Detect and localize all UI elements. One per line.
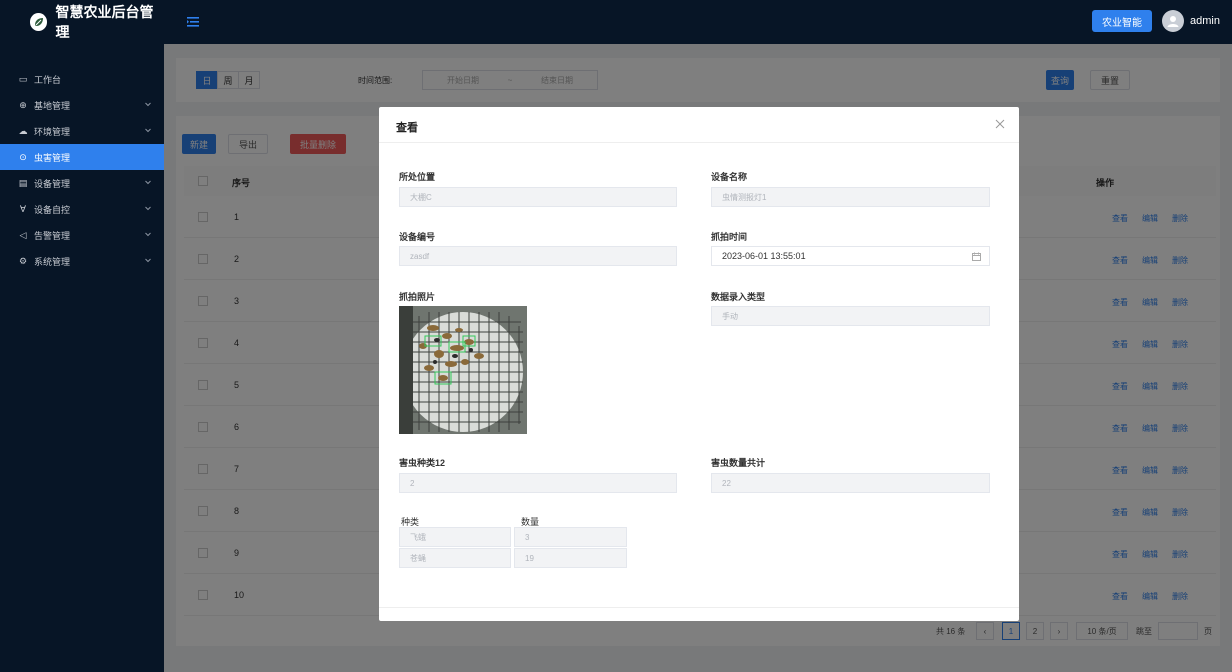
- species-label: 害虫种类12: [399, 458, 446, 468]
- sidebar: ▭ 工作台 ⊕ 基地管理 ☁ 环境管理 ⊙ 虫害管理 ▤ 设备管理 ∀ 设备自控…: [0, 44, 164, 672]
- capture-time-value: 2023-06-01 13:55:01: [722, 251, 806, 261]
- sidebar-item-system[interactable]: ⚙ 系统管理: [0, 248, 164, 274]
- agri-smart-button[interactable]: 农业智能: [1092, 10, 1153, 32]
- top-header: 智慧农业后台管理 农业智能 admin: [0, 0, 1232, 44]
- dialog-title: 查看: [396, 122, 418, 134]
- sidebar-item-label: 设备自控: [34, 204, 71, 215]
- entry-type-field: 手动: [711, 306, 990, 326]
- device-code-label: 设备编号: [399, 232, 436, 242]
- count-label: 害虫数量共计: [711, 458, 766, 468]
- close-icon[interactable]: [995, 119, 1005, 129]
- sidebar-item-label: 环境管理: [34, 126, 71, 137]
- subtable-kind-cell: 飞蛾: [399, 527, 511, 547]
- sidebar-item-label: 系统管理: [34, 256, 71, 267]
- avatar[interactable]: [1162, 10, 1185, 32]
- sidebar-item-label: 设备管理: [34, 178, 71, 189]
- dialog-divider: [379, 142, 1019, 143]
- sidebar-item-workbench[interactable]: ▭ 工作台: [0, 66, 164, 92]
- device-icon: ▤: [18, 177, 28, 188]
- device-name-field: 虫情测报灯1: [711, 187, 990, 207]
- capture-time-field[interactable]: 2023-06-01 13:55:01: [711, 246, 990, 266]
- location-field: 大棚C: [399, 187, 677, 207]
- cloud-icon: ☁: [18, 125, 28, 136]
- view-dialog: 查看 所处位置 大棚C 设备名称 虫情测报灯1 设备编号 zasdf 抓拍时间 …: [379, 107, 1019, 621]
- device-name-label: 设备名称: [711, 172, 748, 182]
- calendar-icon: [972, 252, 981, 261]
- sidebar-item-label: 工作台: [34, 74, 62, 85]
- monitor-icon: ▭: [18, 73, 28, 84]
- insect-trap-image: [399, 306, 527, 434]
- app-title: 智慧农业后台管理: [55, 4, 154, 40]
- capture-time-label: 抓拍时间: [711, 232, 748, 242]
- subtable-qty-cell: 19: [514, 548, 627, 568]
- bug-icon: ⊙: [19, 151, 27, 162]
- sidebar-item-device[interactable]: ▤ 设备管理: [0, 170, 164, 196]
- subtable-kind-cell: 苍蝇: [399, 548, 511, 568]
- sidebar-item-base[interactable]: ⊕ 基地管理: [0, 92, 164, 118]
- user-icon: [1167, 16, 1179, 27]
- sidebar-item-device-control[interactable]: ∀ 设备自控: [0, 196, 164, 222]
- entry-type-label: 数据录入类型: [711, 292, 766, 302]
- chevron-down-icon: [145, 206, 151, 211]
- control-icon: ∀: [19, 203, 27, 214]
- device-code-field: zasdf: [399, 246, 677, 266]
- chevron-down-icon: [145, 128, 151, 133]
- count-field: 22: [711, 473, 990, 493]
- alarm-icon: ◁: [19, 229, 27, 240]
- capture-photo: [399, 306, 527, 434]
- photo-label: 抓拍照片: [399, 292, 436, 302]
- brand: 智慧农业后台管理: [0, 2, 164, 42]
- chevron-down-icon: [145, 258, 151, 263]
- username[interactable]: admin: [1190, 15, 1220, 27]
- logo-icon: [30, 13, 48, 31]
- subtable-qty-cell: 3: [514, 527, 627, 547]
- location-label: 所处位置: [399, 172, 436, 182]
- chevron-down-icon: [145, 232, 151, 237]
- sidebar-item-pest[interactable]: ⊙ 虫害管理: [0, 144, 164, 170]
- species-field: 2: [399, 473, 677, 493]
- globe-icon: ⊕: [19, 99, 27, 110]
- sidebar-item-environment[interactable]: ☁ 环境管理: [0, 118, 164, 144]
- chevron-down-icon: [145, 102, 151, 107]
- menu-collapse-icon[interactable]: [186, 15, 200, 29]
- sidebar-item-alarm[interactable]: ◁ 告警管理: [0, 222, 164, 248]
- sidebar-item-label: 基地管理: [34, 100, 71, 111]
- chevron-down-icon: [145, 180, 151, 185]
- dialog-footer-divider: [379, 607, 1019, 608]
- sidebar-item-label: 虫害管理: [34, 152, 71, 163]
- sidebar-item-label: 告警管理: [34, 230, 71, 241]
- gear-icon: ⚙: [18, 255, 28, 266]
